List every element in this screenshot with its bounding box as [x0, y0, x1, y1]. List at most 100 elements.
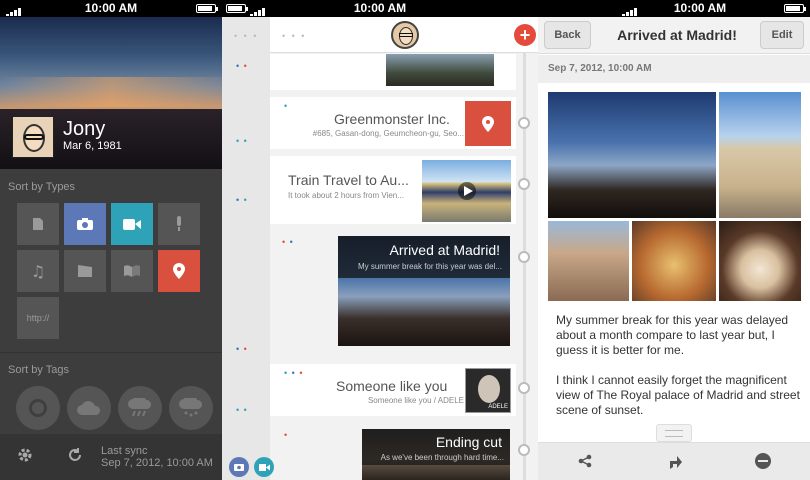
edit-label: Edit	[771, 29, 793, 41]
sync-time: Sep 7, 2012, 10:00 AM	[101, 457, 213, 469]
entry-title: Arrived at Madrid!	[389, 242, 500, 258]
status-bar: 10:00 AM	[538, 0, 810, 17]
timeline-card-ending[interactable]: Ending cut As we've been through hard ti…	[270, 424, 516, 480]
drag-handle[interactable]	[656, 424, 692, 442]
video-icon	[123, 218, 141, 230]
type-video-button[interactable]	[111, 203, 153, 245]
document-icon	[33, 218, 43, 230]
status-time: 10:00 AM	[84, 1, 138, 15]
entry-dots: • •	[236, 405, 248, 415]
status-bar: 10:00 AM	[0, 0, 222, 17]
entry-dots: • •	[236, 136, 248, 146]
tag-sunny-button[interactable]	[16, 386, 60, 430]
refresh-icon[interactable]	[67, 447, 83, 463]
entry-dots: • •	[282, 237, 294, 247]
profile-name: Jony	[63, 118, 106, 140]
entry-dots: • •	[236, 195, 248, 205]
snow-icon	[179, 398, 203, 417]
timeline-card-location[interactable]: Greenmonster Inc. #685, Gasan-dong, Geum…	[270, 97, 516, 149]
timeline-node	[518, 251, 530, 263]
photo-street[interactable]	[548, 221, 629, 301]
timeline-card-madrid[interactable]: Arrived at Madrid! My summer break for t…	[270, 231, 516, 359]
type-location-button[interactable]	[158, 250, 200, 292]
entry-dots: • •	[236, 344, 248, 354]
entry-dots: • •	[236, 61, 248, 71]
photo-coffee[interactable]	[719, 221, 801, 301]
type-audio-button[interactable]	[158, 203, 200, 245]
photo-food[interactable]	[632, 221, 716, 301]
entry-body-2: I think I cannot easily forget the magni…	[556, 373, 800, 417]
menu-dots-icon[interactable]: • • •	[234, 31, 258, 41]
status-time: 10:00 AM	[673, 1, 727, 15]
play-icon	[464, 186, 473, 196]
page-title: Arrived at Madrid!	[617, 27, 737, 43]
book-icon	[124, 265, 140, 277]
camera-icon	[234, 464, 244, 471]
type-movie-button[interactable]	[64, 250, 106, 292]
forward-icon[interactable]	[668, 453, 682, 469]
battery-icon	[226, 4, 248, 13]
entry-body-1: My summer break for this year was delaye…	[556, 313, 789, 357]
entry-subtitle: #685, Gasan-dong, Geumcheon-gu, Seo...	[312, 129, 464, 138]
options-dots-icon[interactable]: • • •	[282, 31, 306, 41]
entry-title: Greenmonster Inc.	[334, 111, 450, 127]
entry-dots: •	[284, 430, 289, 440]
type-photo-button[interactable]	[64, 203, 106, 245]
film-icon	[78, 265, 92, 277]
microphone-icon	[177, 216, 181, 231]
timeline-panel: 10:00 AM • • • • • • + • • Greenmonster …	[222, 0, 538, 480]
tag-snow-button[interactable]	[169, 386, 213, 430]
location-thumb	[465, 101, 511, 146]
back-button[interactable]: Back	[544, 21, 591, 49]
entry-subtitle: As we've been through hard time...	[380, 453, 504, 462]
delete-icon[interactable]	[755, 453, 771, 469]
status-bar: 10:00 AM	[222, 0, 538, 17]
entry-dots: • • •	[284, 368, 304, 378]
timeline-node	[518, 117, 530, 129]
entry-title: Ending cut	[435, 434, 502, 450]
filter-photo-button[interactable]	[229, 457, 249, 477]
train-thumb	[422, 160, 511, 222]
profile-date: Mar 6, 1981	[63, 140, 122, 152]
back-label: Back	[554, 29, 581, 41]
photo-royal-palace[interactable]	[719, 92, 801, 218]
timeline-card-photo[interactable]	[270, 54, 516, 90]
timeline-node	[518, 178, 530, 190]
location-pin-icon	[482, 115, 494, 132]
avatar[interactable]	[12, 116, 54, 158]
gear-icon[interactable]	[17, 447, 33, 463]
entry-date: Sep 7, 2012, 10:00 AM	[538, 55, 810, 83]
filter-video-button[interactable]	[254, 457, 274, 477]
type-music-button[interactable]: ♫	[17, 250, 59, 292]
timeline-card-music[interactable]: Someone like you Someone like you / ADEL…	[270, 364, 516, 416]
type-document-button[interactable]	[17, 203, 59, 245]
music-icon: ♫	[30, 261, 46, 281]
card-photo	[386, 54, 494, 86]
entry-subtitle: My summer break for this year was del...	[357, 262, 502, 271]
type-book-button[interactable]	[111, 250, 153, 292]
avatar[interactable]	[391, 21, 419, 49]
photo-street-sunset[interactable]	[548, 92, 716, 218]
entry-dots: •	[284, 101, 289, 111]
tag-rain-button[interactable]	[118, 386, 162, 430]
entry-title: Train Travel to Au...	[288, 172, 408, 188]
rain-icon	[128, 398, 152, 417]
video-icon	[258, 463, 270, 471]
link-label: http://	[26, 313, 50, 323]
add-button[interactable]: +	[514, 24, 536, 46]
status-time: 10:00 AM	[353, 1, 407, 15]
timeline-node	[518, 382, 530, 394]
sync-info: Last sync Sep 7, 2012, 10:00 AM	[101, 445, 213, 469]
timeline-node	[518, 444, 530, 456]
tag-cloudy-button[interactable]	[67, 386, 111, 430]
entry-title: Someone like you	[336, 378, 448, 394]
plus-icon: +	[519, 25, 531, 45]
timeline-card-video[interactable]: Train Travel to Au... It took about 2 ho…	[270, 156, 516, 224]
sun-icon	[29, 399, 47, 417]
location-pin-icon	[173, 263, 185, 279]
share-icon[interactable]	[578, 454, 592, 468]
edit-button[interactable]: Edit	[760, 21, 804, 49]
sync-label: Last sync	[101, 445, 148, 457]
type-link-button[interactable]: http://	[17, 297, 59, 339]
entry-subtitle: Someone like you / ADELE	[367, 396, 464, 405]
